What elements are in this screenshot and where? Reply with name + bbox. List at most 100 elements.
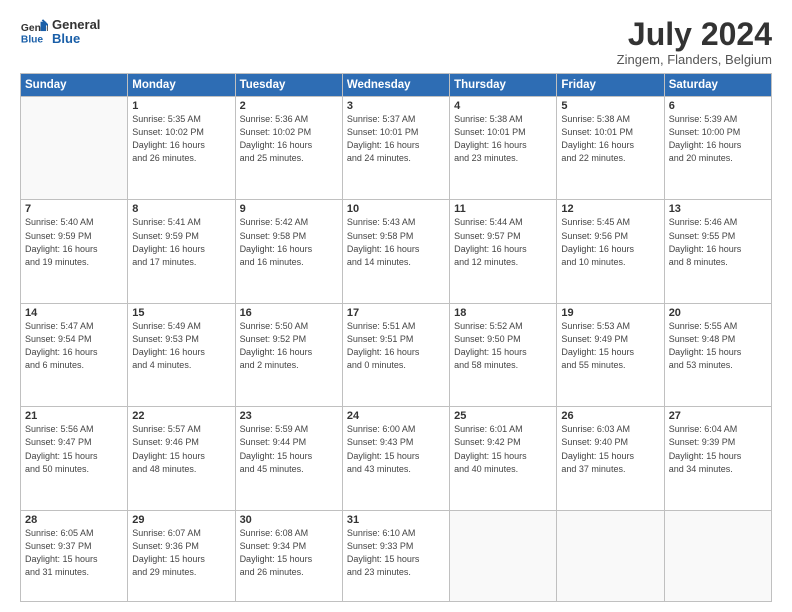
day-info: Sunrise: 6:01 AM Sunset: 9:42 PM Dayligh… bbox=[454, 423, 552, 475]
calendar-cell: 14Sunrise: 5:47 AM Sunset: 9:54 PM Dayli… bbox=[21, 303, 128, 406]
day-info: Sunrise: 5:43 AM Sunset: 9:58 PM Dayligh… bbox=[347, 216, 445, 268]
day-number: 2 bbox=[240, 100, 338, 112]
day-number: 18 bbox=[454, 307, 552, 319]
calendar-cell: 17Sunrise: 5:51 AM Sunset: 9:51 PM Dayli… bbox=[342, 303, 449, 406]
day-number: 12 bbox=[561, 203, 659, 215]
day-number: 31 bbox=[347, 514, 445, 526]
calendar-cell: 18Sunrise: 5:52 AM Sunset: 9:50 PM Dayli… bbox=[450, 303, 557, 406]
day-number: 17 bbox=[347, 307, 445, 319]
calendar-cell: 12Sunrise: 5:45 AM Sunset: 9:56 PM Dayli… bbox=[557, 200, 664, 303]
calendar-cell: 10Sunrise: 5:43 AM Sunset: 9:58 PM Dayli… bbox=[342, 200, 449, 303]
calendar-cell bbox=[557, 510, 664, 601]
day-info: Sunrise: 5:50 AM Sunset: 9:52 PM Dayligh… bbox=[240, 320, 338, 372]
col-wednesday: Wednesday bbox=[342, 74, 449, 97]
day-number: 19 bbox=[561, 307, 659, 319]
calendar-cell: 7Sunrise: 5:40 AM Sunset: 9:59 PM Daylig… bbox=[21, 200, 128, 303]
day-info: Sunrise: 5:47 AM Sunset: 9:54 PM Dayligh… bbox=[25, 320, 123, 372]
day-info: Sunrise: 5:38 AM Sunset: 10:01 PM Daylig… bbox=[454, 113, 552, 165]
day-info: Sunrise: 5:39 AM Sunset: 10:00 PM Daylig… bbox=[669, 113, 767, 165]
calendar-cell: 29Sunrise: 6:07 AM Sunset: 9:36 PM Dayli… bbox=[128, 510, 235, 601]
day-info: Sunrise: 5:35 AM Sunset: 10:02 PM Daylig… bbox=[132, 113, 230, 165]
day-number: 7 bbox=[25, 203, 123, 215]
day-info: Sunrise: 5:41 AM Sunset: 9:59 PM Dayligh… bbox=[132, 216, 230, 268]
day-number: 25 bbox=[454, 410, 552, 422]
day-number: 21 bbox=[25, 410, 123, 422]
day-number: 14 bbox=[25, 307, 123, 319]
day-number: 10 bbox=[347, 203, 445, 215]
calendar-cell: 28Sunrise: 6:05 AM Sunset: 9:37 PM Dayli… bbox=[21, 510, 128, 601]
day-info: Sunrise: 5:38 AM Sunset: 10:01 PM Daylig… bbox=[561, 113, 659, 165]
day-number: 5 bbox=[561, 100, 659, 112]
day-info: Sunrise: 6:07 AM Sunset: 9:36 PM Dayligh… bbox=[132, 527, 230, 579]
calendar-cell: 4Sunrise: 5:38 AM Sunset: 10:01 PM Dayli… bbox=[450, 97, 557, 200]
logo-icon: General Blue bbox=[20, 18, 48, 46]
day-number: 9 bbox=[240, 203, 338, 215]
week-row-4: 21Sunrise: 5:56 AM Sunset: 9:47 PM Dayli… bbox=[21, 407, 772, 510]
day-info: Sunrise: 6:04 AM Sunset: 9:39 PM Dayligh… bbox=[669, 423, 767, 475]
calendar-cell: 13Sunrise: 5:46 AM Sunset: 9:55 PM Dayli… bbox=[664, 200, 771, 303]
calendar-cell: 25Sunrise: 6:01 AM Sunset: 9:42 PM Dayli… bbox=[450, 407, 557, 510]
day-info: Sunrise: 5:55 AM Sunset: 9:48 PM Dayligh… bbox=[669, 320, 767, 372]
day-info: Sunrise: 6:10 AM Sunset: 9:33 PM Dayligh… bbox=[347, 527, 445, 579]
day-number: 11 bbox=[454, 203, 552, 215]
calendar-cell: 19Sunrise: 5:53 AM Sunset: 9:49 PM Dayli… bbox=[557, 303, 664, 406]
day-number: 6 bbox=[669, 100, 767, 112]
day-info: Sunrise: 5:52 AM Sunset: 9:50 PM Dayligh… bbox=[454, 320, 552, 372]
col-monday: Monday bbox=[128, 74, 235, 97]
calendar-cell: 22Sunrise: 5:57 AM Sunset: 9:46 PM Dayli… bbox=[128, 407, 235, 510]
col-sunday: Sunday bbox=[21, 74, 128, 97]
location-subtitle: Zingem, Flanders, Belgium bbox=[617, 52, 772, 67]
day-info: Sunrise: 5:59 AM Sunset: 9:44 PM Dayligh… bbox=[240, 423, 338, 475]
header: General Blue General Blue July 2024 Zing… bbox=[20, 18, 772, 67]
day-number: 26 bbox=[561, 410, 659, 422]
day-info: Sunrise: 6:05 AM Sunset: 9:37 PM Dayligh… bbox=[25, 527, 123, 579]
logo-blue: Blue bbox=[52, 32, 100, 46]
day-info: Sunrise: 5:46 AM Sunset: 9:55 PM Dayligh… bbox=[669, 216, 767, 268]
calendar-cell: 30Sunrise: 6:08 AM Sunset: 9:34 PM Dayli… bbox=[235, 510, 342, 601]
day-info: Sunrise: 5:57 AM Sunset: 9:46 PM Dayligh… bbox=[132, 423, 230, 475]
day-info: Sunrise: 5:51 AM Sunset: 9:51 PM Dayligh… bbox=[347, 320, 445, 372]
day-number: 1 bbox=[132, 100, 230, 112]
week-row-3: 14Sunrise: 5:47 AM Sunset: 9:54 PM Dayli… bbox=[21, 303, 772, 406]
col-tuesday: Tuesday bbox=[235, 74, 342, 97]
calendar-header-row: Sunday Monday Tuesday Wednesday Thursday… bbox=[21, 74, 772, 97]
day-number: 24 bbox=[347, 410, 445, 422]
col-saturday: Saturday bbox=[664, 74, 771, 97]
calendar-cell: 3Sunrise: 5:37 AM Sunset: 10:01 PM Dayli… bbox=[342, 97, 449, 200]
calendar-cell: 23Sunrise: 5:59 AM Sunset: 9:44 PM Dayli… bbox=[235, 407, 342, 510]
day-number: 23 bbox=[240, 410, 338, 422]
day-number: 20 bbox=[669, 307, 767, 319]
calendar-cell: 9Sunrise: 5:42 AM Sunset: 9:58 PM Daylig… bbox=[235, 200, 342, 303]
day-info: Sunrise: 6:03 AM Sunset: 9:40 PM Dayligh… bbox=[561, 423, 659, 475]
calendar-cell: 5Sunrise: 5:38 AM Sunset: 10:01 PM Dayli… bbox=[557, 97, 664, 200]
day-info: Sunrise: 6:08 AM Sunset: 9:34 PM Dayligh… bbox=[240, 527, 338, 579]
day-number: 15 bbox=[132, 307, 230, 319]
calendar-cell: 6Sunrise: 5:39 AM Sunset: 10:00 PM Dayli… bbox=[664, 97, 771, 200]
calendar-cell: 8Sunrise: 5:41 AM Sunset: 9:59 PM Daylig… bbox=[128, 200, 235, 303]
day-number: 30 bbox=[240, 514, 338, 526]
day-info: Sunrise: 5:42 AM Sunset: 9:58 PM Dayligh… bbox=[240, 216, 338, 268]
logo: General Blue General Blue bbox=[20, 18, 100, 47]
day-number: 3 bbox=[347, 100, 445, 112]
calendar-cell: 26Sunrise: 6:03 AM Sunset: 9:40 PM Dayli… bbox=[557, 407, 664, 510]
day-number: 28 bbox=[25, 514, 123, 526]
calendar-cell bbox=[21, 97, 128, 200]
day-info: Sunrise: 5:45 AM Sunset: 9:56 PM Dayligh… bbox=[561, 216, 659, 268]
day-info: Sunrise: 5:37 AM Sunset: 10:01 PM Daylig… bbox=[347, 113, 445, 165]
day-number: 8 bbox=[132, 203, 230, 215]
month-title: July 2024 bbox=[617, 18, 772, 50]
calendar: Sunday Monday Tuesday Wednesday Thursday… bbox=[20, 73, 772, 602]
calendar-cell: 2Sunrise: 5:36 AM Sunset: 10:02 PM Dayli… bbox=[235, 97, 342, 200]
col-friday: Friday bbox=[557, 74, 664, 97]
day-info: Sunrise: 5:49 AM Sunset: 9:53 PM Dayligh… bbox=[132, 320, 230, 372]
week-row-2: 7Sunrise: 5:40 AM Sunset: 9:59 PM Daylig… bbox=[21, 200, 772, 303]
day-number: 13 bbox=[669, 203, 767, 215]
day-info: Sunrise: 5:36 AM Sunset: 10:02 PM Daylig… bbox=[240, 113, 338, 165]
calendar-cell bbox=[664, 510, 771, 601]
week-row-5: 28Sunrise: 6:05 AM Sunset: 9:37 PM Dayli… bbox=[21, 510, 772, 601]
logo-general: General bbox=[52, 18, 100, 32]
calendar-cell: 15Sunrise: 5:49 AM Sunset: 9:53 PM Dayli… bbox=[128, 303, 235, 406]
day-number: 27 bbox=[669, 410, 767, 422]
calendar-cell: 21Sunrise: 5:56 AM Sunset: 9:47 PM Dayli… bbox=[21, 407, 128, 510]
calendar-cell: 20Sunrise: 5:55 AM Sunset: 9:48 PM Dayli… bbox=[664, 303, 771, 406]
